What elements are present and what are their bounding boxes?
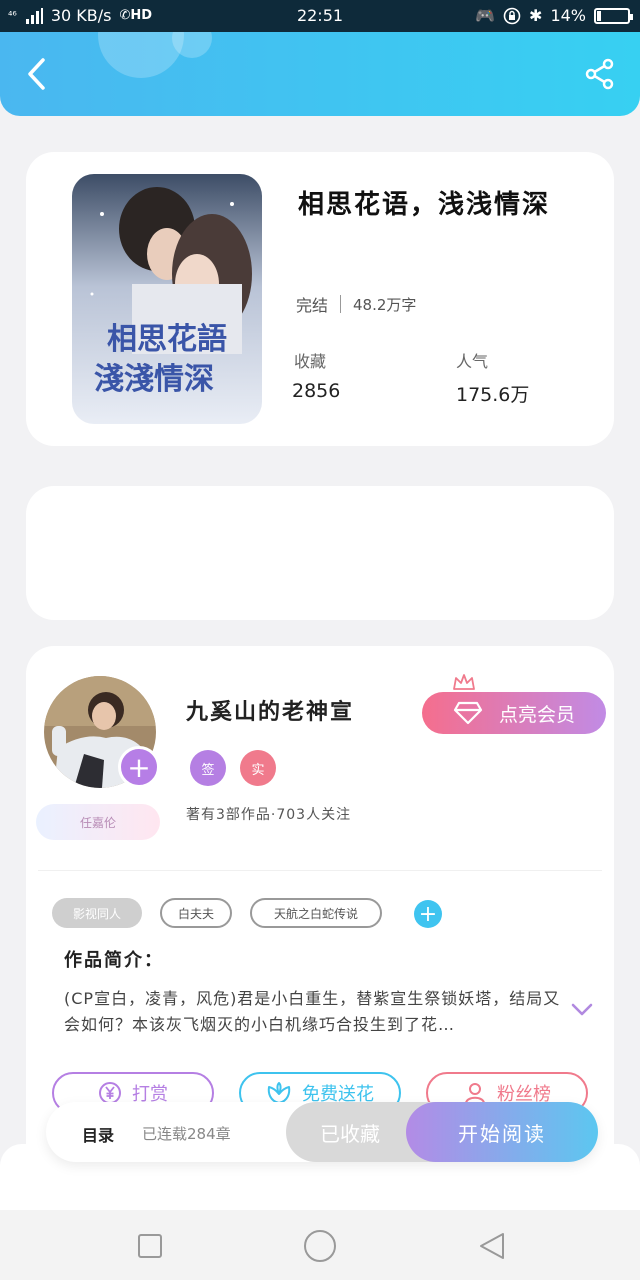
bluetooth-icon: ✱ [529, 6, 543, 25]
reading-action-bar: 目录 已连载284章 已收藏 开始阅读 [46, 1102, 598, 1162]
book-title: 相思花语，浅浅情深 [298, 190, 551, 220]
intro-text: (CP宣白，凌青，风危)君是小白重生，替紫宣生祭锁妖塔，结局又会如何？本该灰飞烟… [64, 989, 561, 1034]
collected-label: 已收藏 [320, 1121, 380, 1146]
home-button[interactable] [302, 1228, 338, 1264]
status-bar: ⁴⁶ 30 KB/s ✆HD 22:51 🎮 ✱ 14% [0, 0, 640, 32]
member-button-label: 点亮会员 [498, 703, 575, 726]
triangle-back-icon [480, 1233, 504, 1259]
tag-item[interactable]: 白夫夫 [160, 898, 232, 928]
verified-badge: 实 [240, 750, 276, 786]
signed-badge: 签 [190, 750, 226, 786]
nav-back-button[interactable] [474, 1228, 510, 1264]
recents-button[interactable] [132, 1228, 168, 1264]
popularity-label: 人气 [456, 352, 489, 371]
diamond-icon [453, 701, 483, 725]
word-count: 48.2万字 [353, 295, 417, 314]
blank-card [26, 486, 614, 620]
favorites-value: 2856 [292, 380, 341, 402]
book-info-card: 相思花語 淺淺情深 相思花语，浅浅情深 完结 48.2万字 收藏 2856 人气… [26, 152, 614, 446]
author-works-info: 著有3部作品·703人关注 [186, 807, 352, 823]
battery-icon [594, 7, 633, 24]
back-button[interactable] [12, 50, 60, 98]
cover-title-line2: 淺淺情深 [94, 362, 214, 397]
share-button[interactable] [576, 50, 624, 98]
header-bar [0, 32, 640, 116]
toc-button[interactable]: 目录 [82, 1122, 114, 1146]
popularity-value: 175.6万 [456, 384, 530, 406]
crown-icon [453, 674, 475, 690]
intro-title: 作品简介： [64, 950, 164, 971]
section-divider [38, 870, 602, 871]
follow-author-button[interactable]: + [118, 746, 160, 788]
start-reading-button[interactable]: 开始阅读 [406, 1102, 598, 1162]
favorites-label: 收藏 [294, 352, 327, 371]
cover-title-line1: 相思花語 [107, 322, 227, 357]
expand-chevron-icon[interactable] [570, 1002, 594, 1018]
chapter-count: 已连载284章 [142, 1125, 231, 1143]
light-up-membership-button[interactable]: 点亮会员 [422, 692, 606, 734]
book-cover[interactable]: 相思花語 淺淺情深 [72, 174, 262, 424]
add-tag-button[interactable]: + [414, 900, 442, 928]
system-nav-bar [0, 1210, 640, 1280]
tag-item[interactable]: 影视同人 [52, 898, 142, 928]
battery-percent: 14% [550, 6, 586, 25]
square-icon [138, 1234, 162, 1258]
meta-divider [340, 295, 342, 313]
author-fan-bubble: 任嘉伦 [36, 804, 160, 840]
book-status: 完结 [296, 296, 329, 315]
share-icon [585, 58, 614, 90]
gamepad-icon: 🎮 [475, 6, 496, 25]
chevron-left-icon [28, 58, 45, 90]
clock: 22:51 [296, 6, 344, 25]
tag-item[interactable]: 天航之白蛇传说 [250, 898, 382, 928]
circle-icon [304, 1230, 336, 1262]
author-name[interactable]: 九奚山的老神宣 [186, 694, 354, 726]
rotation-lock-icon [503, 7, 521, 24]
book-meta: 完结 48.2万字 [296, 292, 416, 316]
